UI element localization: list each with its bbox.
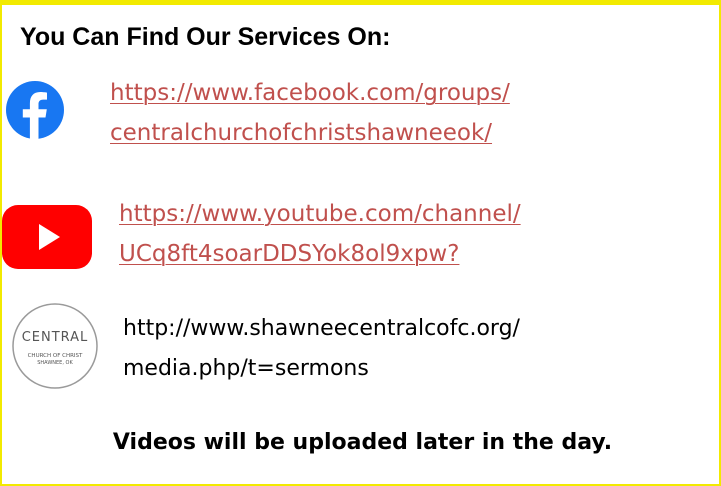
website-link-line2[interactable]: media.php/t=sermons [123,349,369,389]
footer-note: Videos will be uploaded later in the day… [112,430,613,455]
youtube-link-line1[interactable]: https://www.youtube.com/channel/ [119,194,521,234]
services-card: You Can Find Our Services On: https://ww… [0,0,721,486]
logo-main-text: CENTRAL [22,330,89,345]
facebook-link-line2[interactable]: centralchurchofchristshawneeok/ [110,113,492,153]
central-church-logo: CENTRAL CHURCH OF CHRIST SHAWNEE, OK [10,301,100,396]
facebook-link-line1[interactable]: https://www.facebook.com/groups/ [110,73,510,113]
services-heading: You Can Find Our Services On: [20,23,391,51]
logo-sub-text-1: CHURCH OF CHRIST [28,353,83,359]
youtube-icon[interactable] [2,205,92,274]
website-link-line1[interactable]: http://www.shawneecentralcofc.org/ [123,309,520,349]
logo-sub-text-2: SHAWNEE, OK [37,360,73,366]
facebook-icon[interactable] [6,81,64,144]
youtube-link-line2[interactable]: UCq8ft4soarDDSYok8ol9xpw? [119,234,459,274]
